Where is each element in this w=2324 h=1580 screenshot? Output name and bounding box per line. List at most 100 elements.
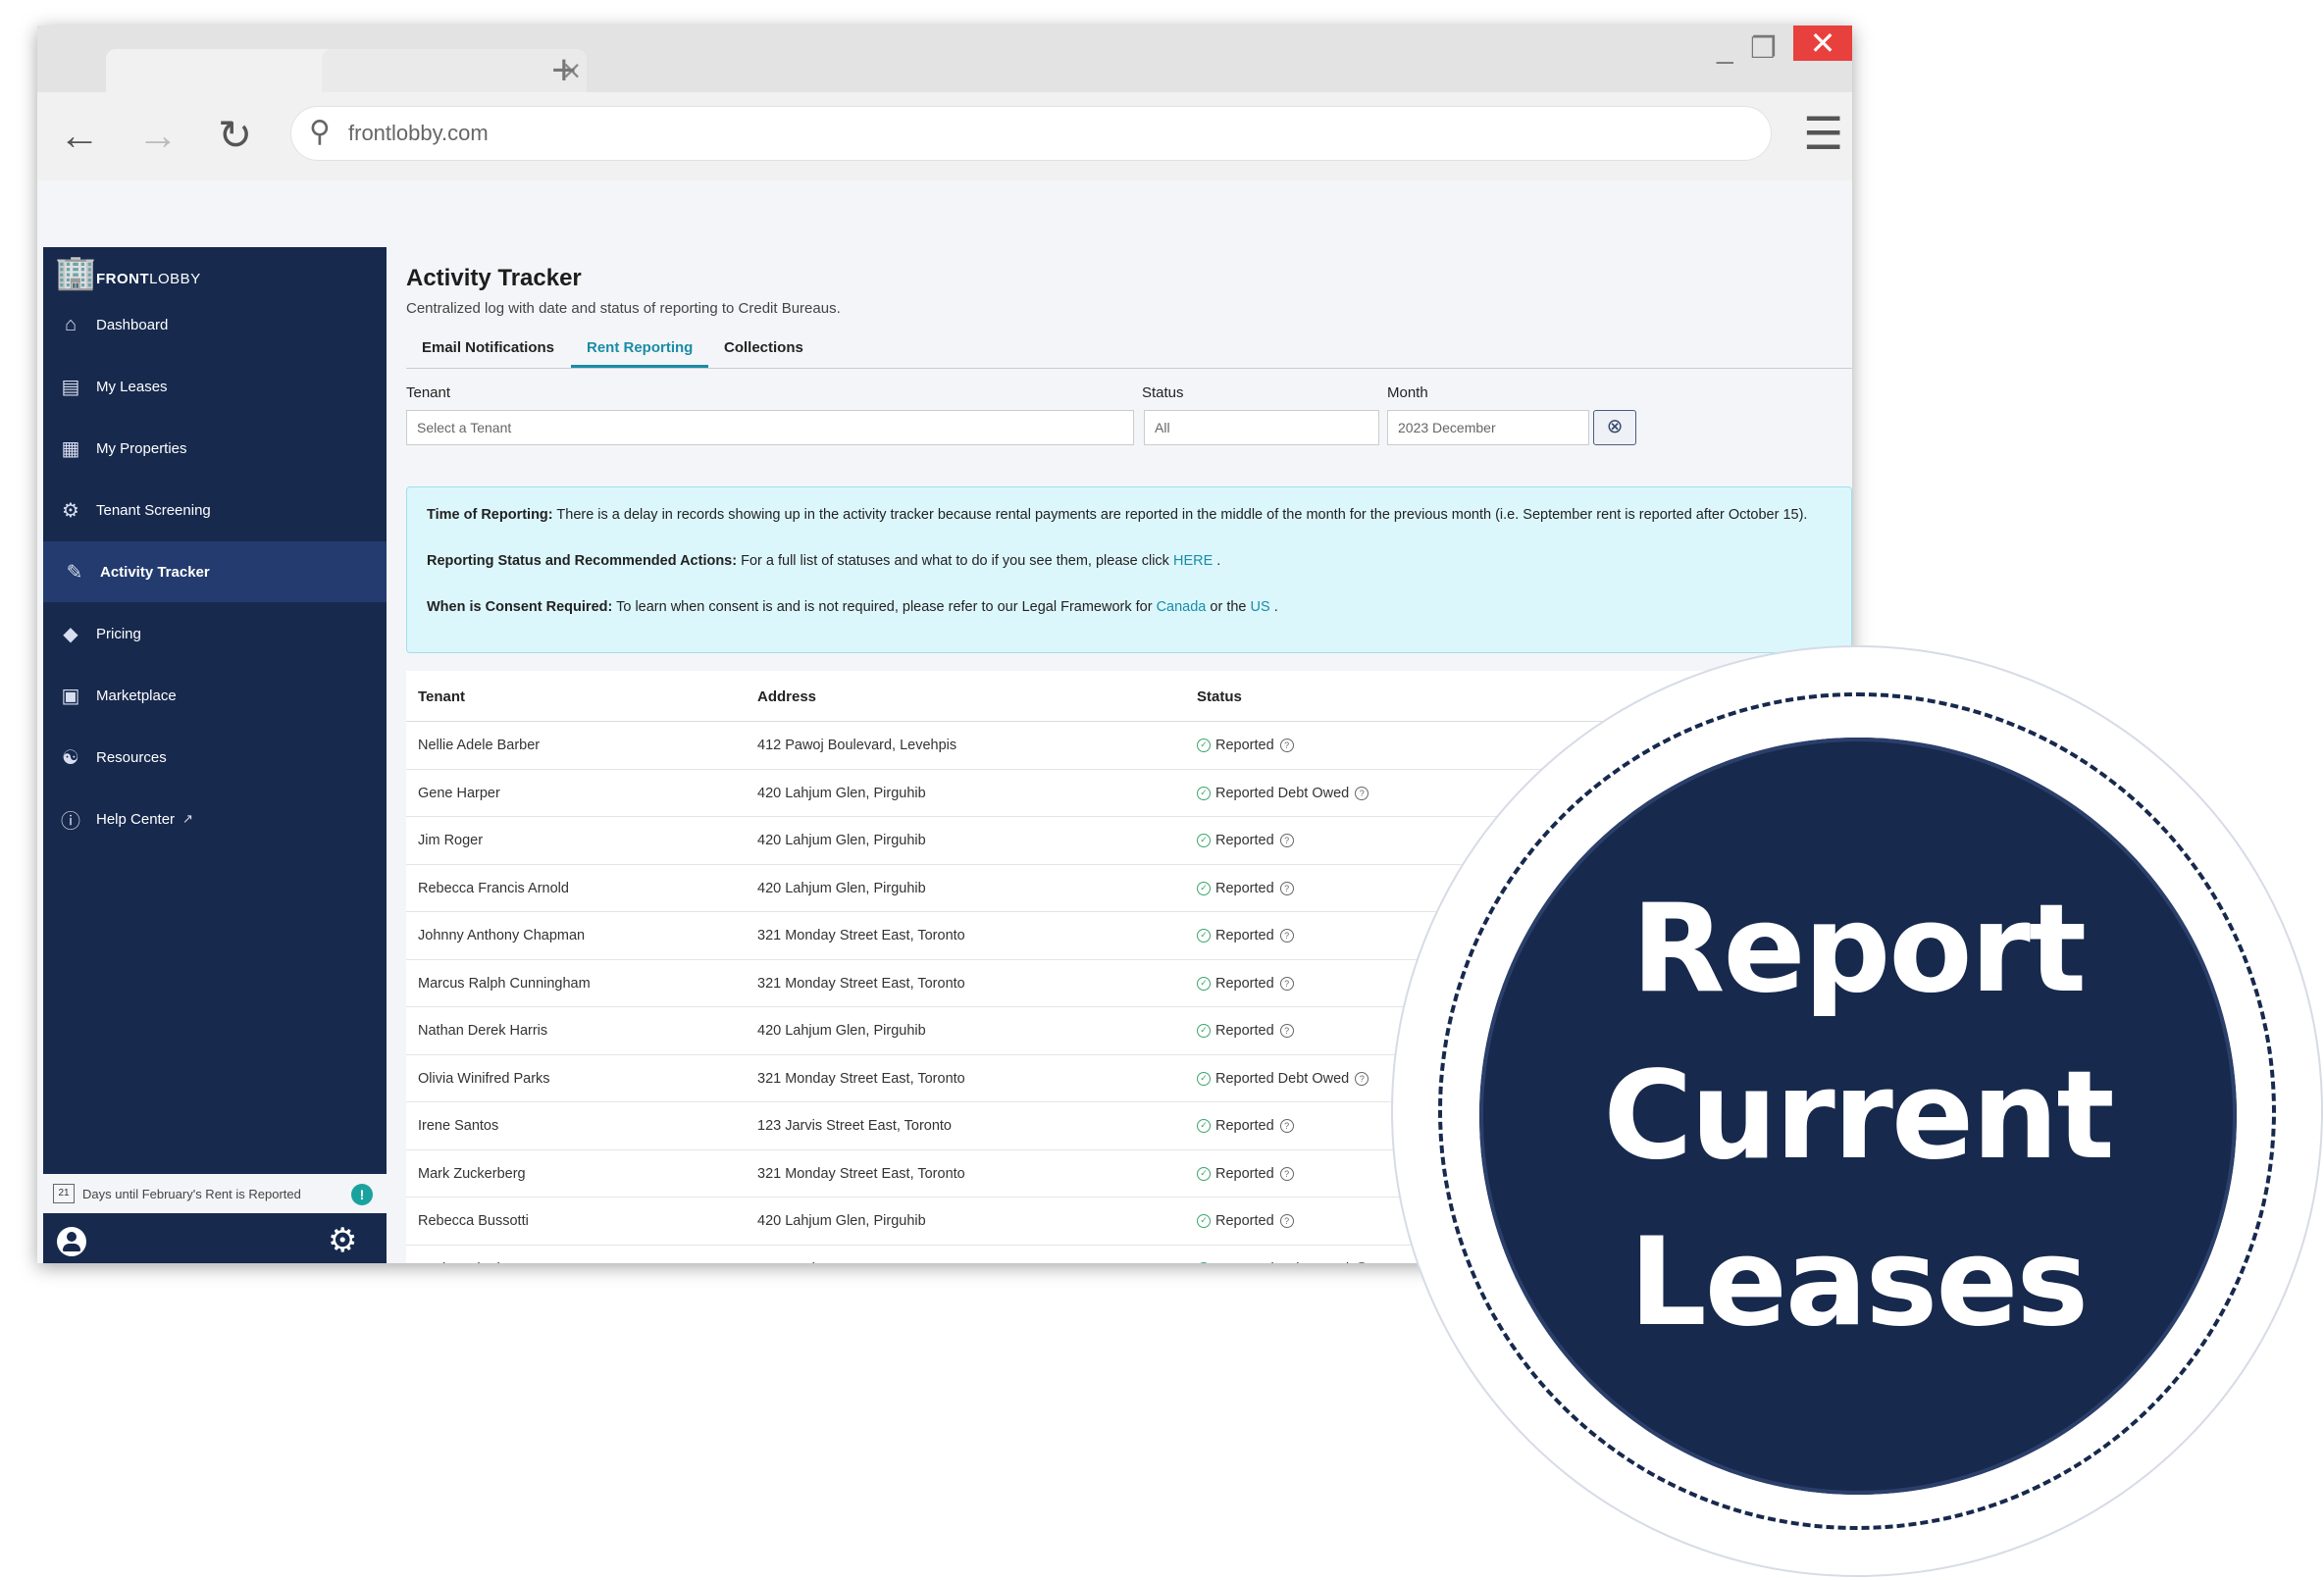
address-cell: 123 Jarvis Street East, Toronto [757, 1261, 952, 1264]
column-header-tenant[interactable]: Tenant [418, 688, 465, 705]
calendar-icon: 21 [53, 1184, 75, 1203]
month-filter-label: Month [1387, 384, 1428, 401]
info-icon: ⓘ [61, 810, 80, 833]
status-filter-label: Status [1142, 384, 1184, 401]
help-icon[interactable]: ? [1279, 976, 1294, 991]
back-arrow-icon[interactable]: ← [59, 112, 100, 159]
external-link-icon: ↗ [182, 811, 193, 826]
active-tab-indicator [571, 365, 708, 368]
sidebar-item-my-properties[interactable]: ▦ My Properties [43, 418, 387, 479]
sidebar-item-label: Pricing [96, 625, 141, 642]
badge-line: Leases [1628, 1212, 2090, 1353]
help-icon[interactable]: ? [1355, 786, 1369, 800]
diamond-icon: ◆ [63, 623, 78, 645]
help-icon[interactable]: ? [1279, 1024, 1294, 1038]
status-text: Reported [1215, 928, 1274, 943]
sidebar-item-tenant-screening[interactable]: ⚙ Tenant Screening [43, 480, 387, 540]
sidebar-item-my-leases[interactable]: ▤ My Leases [43, 356, 387, 417]
report-current-leases-badge: Report Current Leases [1479, 738, 2237, 1495]
clear-filter-button[interactable]: ⊗ [1593, 410, 1636, 445]
sidebar-item-label: Resources [96, 748, 167, 766]
status-cell: ✓ Reported? [1197, 1213, 1294, 1229]
forward-arrow-icon[interactable]: → [137, 112, 179, 159]
help-icon[interactable]: ? [1279, 739, 1294, 752]
tenant-cell: Marcus Ralph Cunningham [418, 975, 591, 992]
sidebar-item-help-center[interactable]: ⓘ Help Center ↗ [43, 789, 387, 849]
help-icon[interactable]: ? [1355, 1071, 1369, 1086]
status-text: Reported [1215, 1118, 1274, 1134]
status-text: Reported Debt Owed [1215, 1261, 1349, 1264]
badge-line: Current [1603, 1045, 2114, 1187]
status-select[interactable]: All [1144, 410, 1379, 445]
status-cell: ✓ Reported? [1197, 1023, 1294, 1039]
column-header-status[interactable]: Status [1197, 688, 1242, 705]
check-circle-icon: ✓ [1197, 881, 1211, 895]
gear-icon[interactable]: ⚙ [328, 1221, 357, 1260]
house-icon: ⌂ [64, 313, 77, 335]
status-cell: ✓ Reported? [1197, 738, 1294, 753]
help-icon[interactable]: ? [1279, 834, 1294, 847]
screening-icon: ⚙ [62, 499, 79, 522]
reload-icon[interactable]: ↻ [218, 112, 252, 159]
clear-circle-icon: ⊗ [1606, 416, 1624, 437]
sidebar-item-label: Marketplace [96, 687, 177, 704]
check-circle-icon: ✓ [1197, 739, 1211, 752]
sidebar-item-activity-tracker[interactable]: ✎ Activity Tracker [43, 541, 387, 602]
sidebar-bottom-bar: ⚙ [43, 1213, 387, 1263]
tab-email-notifications[interactable]: Email Notifications [422, 339, 554, 356]
tab-collections[interactable]: Collections [724, 339, 803, 356]
status-cell: ✓ Reported? [1197, 1118, 1294, 1134]
check-circle-icon: ✓ [1197, 1214, 1211, 1228]
minimize-icon[interactable]: _ [1717, 31, 1733, 67]
month-select[interactable]: 2023 December [1387, 410, 1589, 445]
tenant-select[interactable]: Select a Tenant [406, 410, 1134, 445]
browser-tabbar: × × + _ ❐ ✕ [37, 25, 1852, 94]
status-text: Reported [1215, 833, 1274, 848]
check-circle-icon: ✓ [1197, 1071, 1211, 1086]
rent-countdown: 21 Days until February's Rent is Reporte… [43, 1174, 387, 1213]
status-cell: ✓ Reported? [1197, 928, 1294, 943]
search-icon: ⚲ [309, 116, 331, 148]
hamburger-menu-icon[interactable]: ☰ [1803, 108, 1843, 159]
window-close-icon[interactable]: ✕ [1793, 25, 1852, 61]
check-circle-icon: ✓ [1197, 1024, 1211, 1038]
page-title: Activity Tracker [406, 265, 582, 291]
help-icon[interactable]: ? [1279, 929, 1294, 943]
us-link[interactable]: US [1251, 599, 1270, 615]
sidebar: 🏢 FRONTLOBBY ⌂ Dashboard ▤ My Leases ▦ M… [43, 247, 387, 1263]
column-header-address[interactable]: Address [757, 688, 816, 705]
store-icon: ▣ [61, 685, 80, 707]
help-icon[interactable]: ? [1355, 1261, 1369, 1263]
browser-tab[interactable]: × [322, 49, 587, 92]
help-icon[interactable]: ? [1279, 1166, 1294, 1181]
tab-rent-reporting[interactable]: Rent Reporting [587, 339, 693, 356]
status-text: Reported [1215, 975, 1274, 992]
alert-badge-icon[interactable]: ! [351, 1184, 373, 1205]
canada-link[interactable]: Canada [1157, 599, 1207, 615]
user-avatar-icon[interactable] [57, 1227, 86, 1256]
sidebar-item-marketplace[interactable]: ▣ Marketplace [43, 665, 387, 726]
status-text: Reported [1215, 1165, 1274, 1182]
address-bar[interactable]: ⚲ frontlobby.com [290, 106, 1772, 161]
new-tab-icon[interactable]: + [551, 47, 577, 94]
tab-bar: Email Notifications Rent Reporting Colle… [406, 328, 1852, 369]
tenant-cell: Mark Zuckerberg [418, 1165, 526, 1182]
url-text[interactable]: frontlobby.com [348, 119, 489, 148]
help-icon[interactable]: ? [1279, 881, 1294, 895]
sidebar-item-resources[interactable]: ☯ Resources [43, 727, 387, 788]
tenant-cell: Nathan Derek Harris [418, 1023, 548, 1039]
tenant-cell: Mark Zuckerberg [418, 1261, 526, 1264]
help-icon[interactable]: ? [1279, 1119, 1294, 1133]
here-link[interactable]: HERE [1173, 553, 1213, 569]
check-circle-icon: ✓ [1197, 929, 1211, 943]
restore-icon[interactable]: ❐ [1750, 31, 1777, 67]
countdown-text: Days until February's Rent is Reported [82, 1186, 301, 1201]
status-cell: ✓ Reported Debt Owed? [1197, 1261, 1369, 1264]
address-cell: 420 Lahjum Glen, Pirguhib [757, 1213, 926, 1229]
help-icon[interactable]: ? [1279, 1214, 1294, 1228]
check-circle-icon: ✓ [1197, 786, 1211, 800]
tenant-cell: Nellie Adele Barber [418, 738, 541, 753]
sidebar-item-dashboard[interactable]: ⌂ Dashboard [43, 294, 387, 355]
sidebar-item-label: My Properties [96, 439, 187, 457]
sidebar-item-pricing[interactable]: ◆ Pricing [43, 603, 387, 664]
